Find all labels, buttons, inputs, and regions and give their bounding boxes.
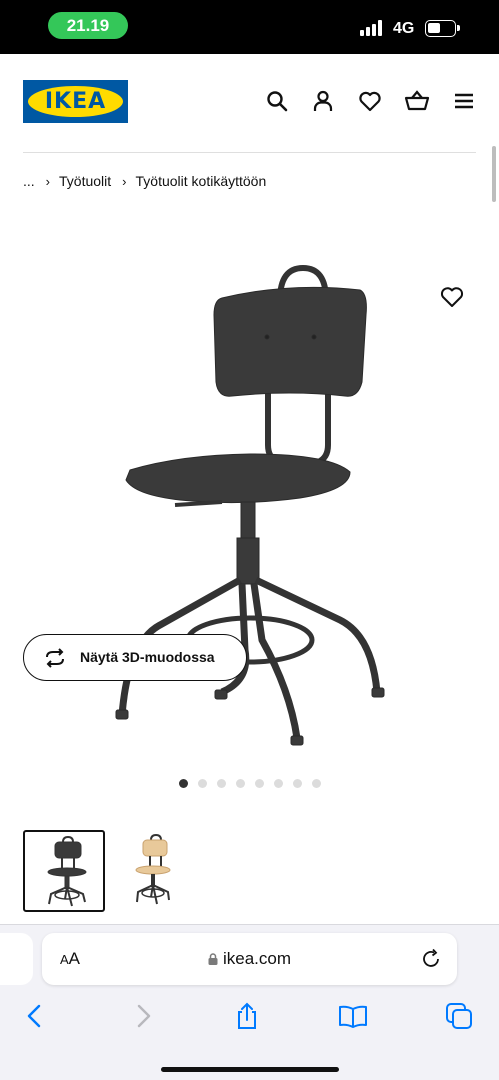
carousel-dot[interactable] [179,779,188,788]
view-3d-button[interactable]: Näytä 3D-muodossa [23,634,247,681]
header-divider [23,152,476,153]
cellular-signal-icon [360,19,386,36]
battery-icon [425,20,460,37]
search-icon[interactable] [264,88,290,114]
thumbnail-black-chair[interactable] [23,830,105,912]
share-icon[interactable] [232,1001,262,1031]
breadcrumb-item-work-chairs[interactable]: Työtuolit [59,171,111,191]
reload-icon[interactable] [421,948,443,970]
chevron-right-icon: › [45,174,51,189]
status-bar: 21.19 4G [0,0,499,54]
bookmarks-icon[interactable] [338,1001,368,1031]
url-display[interactable]: ikea.com [42,933,457,985]
carousel-dot[interactable] [236,779,245,788]
logo-text: IKEA [44,89,107,114]
scroll-indicator[interactable] [492,146,496,202]
carousel-dot[interactable] [217,779,226,788]
ikea-logo[interactable]: IKEA [23,80,128,123]
forward-icon[interactable] [128,1001,158,1031]
menu-icon[interactable] [451,88,477,114]
carousel-dot[interactable] [255,779,264,788]
carousel-dot[interactable] [293,779,302,788]
thumbnail-birch-chair[interactable] [107,830,189,912]
address-bar[interactable]: AA ikea.com [42,933,457,985]
add-to-favourites-heart-icon[interactable] [438,283,466,311]
tabs-icon[interactable] [444,1001,474,1031]
status-time[interactable]: 21.19 [48,12,128,39]
previous-tab-preview[interactable] [0,933,33,985]
chevron-right-icon: › [122,174,127,189]
basket-icon[interactable] [404,88,430,114]
rotate-3d-icon [44,648,66,668]
url-text: ikea.com [222,949,292,968]
view-3d-label: Näytä 3D-muodossa [80,649,215,665]
carousel-dot[interactable] [274,779,283,788]
heart-icon[interactable] [357,88,383,114]
lock-icon [208,953,218,965]
product-image[interactable] [0,240,499,770]
account-icon[interactable] [310,88,336,114]
safari-bottom-bar: AA ikea.com [0,924,499,1080]
carousel-dot[interactable] [312,779,321,788]
breadcrumb: ... › Työtuolit › Työtuolit kotikäyttöön [23,171,266,191]
back-icon[interactable] [20,1001,50,1031]
breadcrumb-item-home-work-chairs[interactable]: Työtuolit kotikäyttöön [136,171,267,191]
breadcrumb-ellipsis[interactable]: ... [23,171,35,191]
home-indicator[interactable] [161,1067,339,1072]
carousel-dot[interactable] [198,779,207,788]
network-type: 4G [393,20,415,37]
